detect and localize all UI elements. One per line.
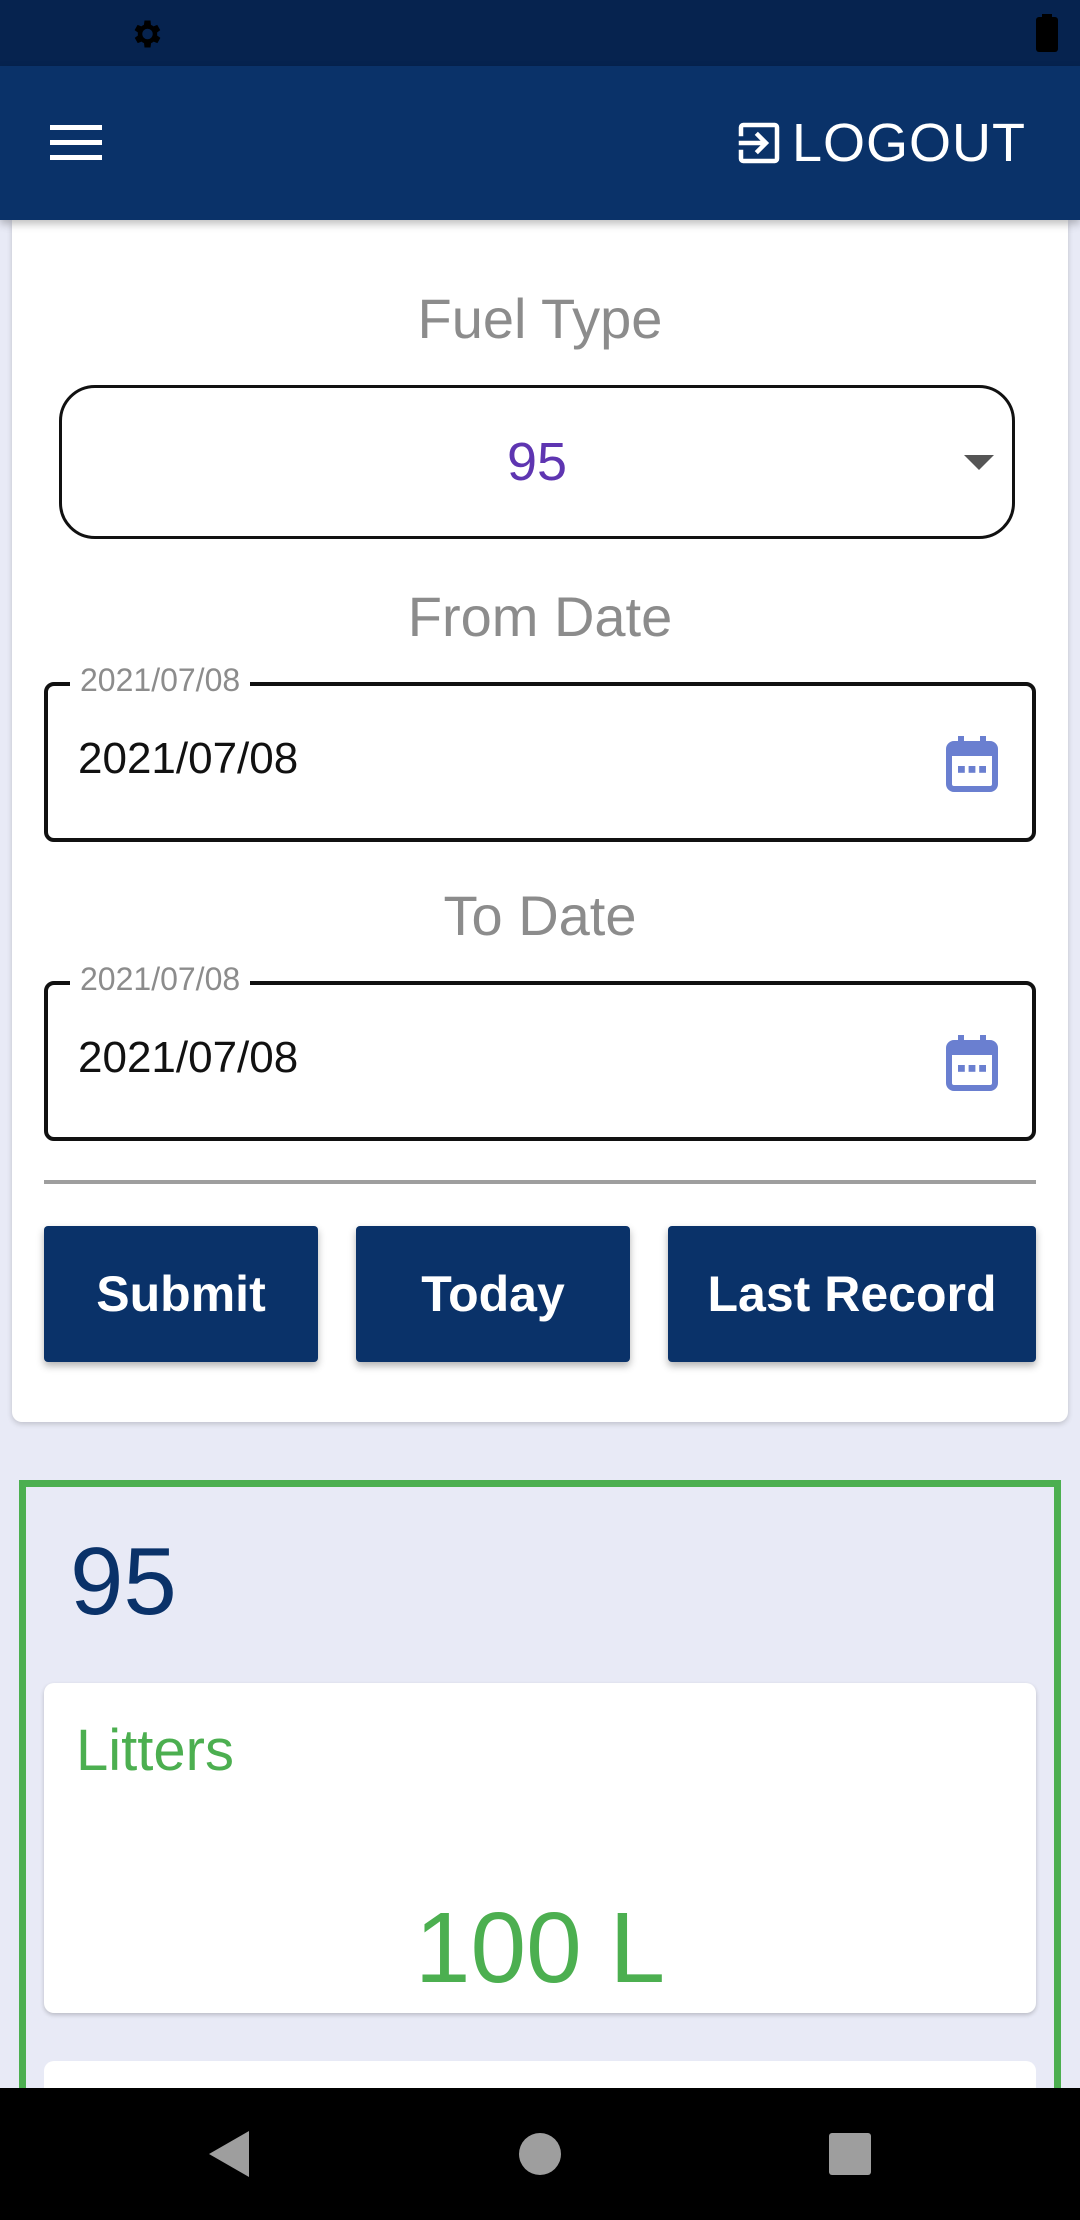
back-button[interactable]: [162, 2088, 294, 2220]
back-icon: [209, 2131, 249, 2177]
to-date-label: To Date: [443, 884, 637, 947]
login-arrow-icon: [738, 122, 780, 164]
hamburger-menu-icon: [50, 125, 102, 160]
to-date-value: 2021/07/08: [78, 1033, 299, 1082]
fuel-type-select[interactable]: 95: [59, 385, 1015, 539]
logout-button[interactable]: LOGOUT: [732, 106, 1026, 180]
home-button[interactable]: [474, 2088, 606, 2220]
status-bar: [0, 0, 1080, 66]
litters-label: Litters: [76, 1718, 234, 1783]
calendar-icon[interactable]: [946, 736, 998, 792]
litters-value: 100 L: [414, 1892, 666, 2004]
navigation-bar: [0, 2088, 1080, 2220]
from-date-value: 2021/07/08: [78, 734, 299, 783]
home-icon: [519, 2133, 561, 2175]
from-date-legend: 2021/07/08: [70, 660, 251, 700]
battery-icon: [1036, 14, 1058, 52]
gear-icon: [134, 20, 161, 48]
from-date-label: From Date: [407, 585, 673, 648]
to-date-field[interactable]: 2021/07/08 2021/07/08: [44, 959, 1036, 1141]
filter-card: Fuel Type 95 From Date 2021/07/08 2021/0…: [12, 220, 1068, 1422]
calendar-icon[interactable]: [946, 1035, 998, 1091]
today-button[interactable]: Today: [356, 1226, 630, 1362]
last-record-button[interactable]: Last Record: [668, 1226, 1036, 1362]
to-date-legend: 2021/07/08: [70, 959, 251, 999]
logout-label: LOGOUT: [791, 113, 1026, 173]
fuel-type-value: 95: [506, 432, 568, 492]
submit-button[interactable]: Submit: [44, 1226, 318, 1362]
dropdown-caret-icon: [964, 455, 994, 470]
fuel-type-label: Fuel Type: [417, 287, 663, 350]
menu-button[interactable]: [44, 110, 110, 176]
from-date-field[interactable]: 2021/07/08 2021/07/08: [44, 660, 1036, 842]
litters-card: Litters 100 L: [44, 1683, 1036, 2013]
recents-icon: [829, 2133, 871, 2175]
divider: [44, 1180, 1036, 1184]
recents-button[interactable]: [784, 2088, 916, 2220]
app-bar: LOGOUT: [0, 66, 1080, 220]
screen: LOGOUT Fuel Type 95 From Date 2021/07/08…: [0, 0, 1080, 2220]
result-fuel-type: 95: [70, 1528, 177, 1635]
